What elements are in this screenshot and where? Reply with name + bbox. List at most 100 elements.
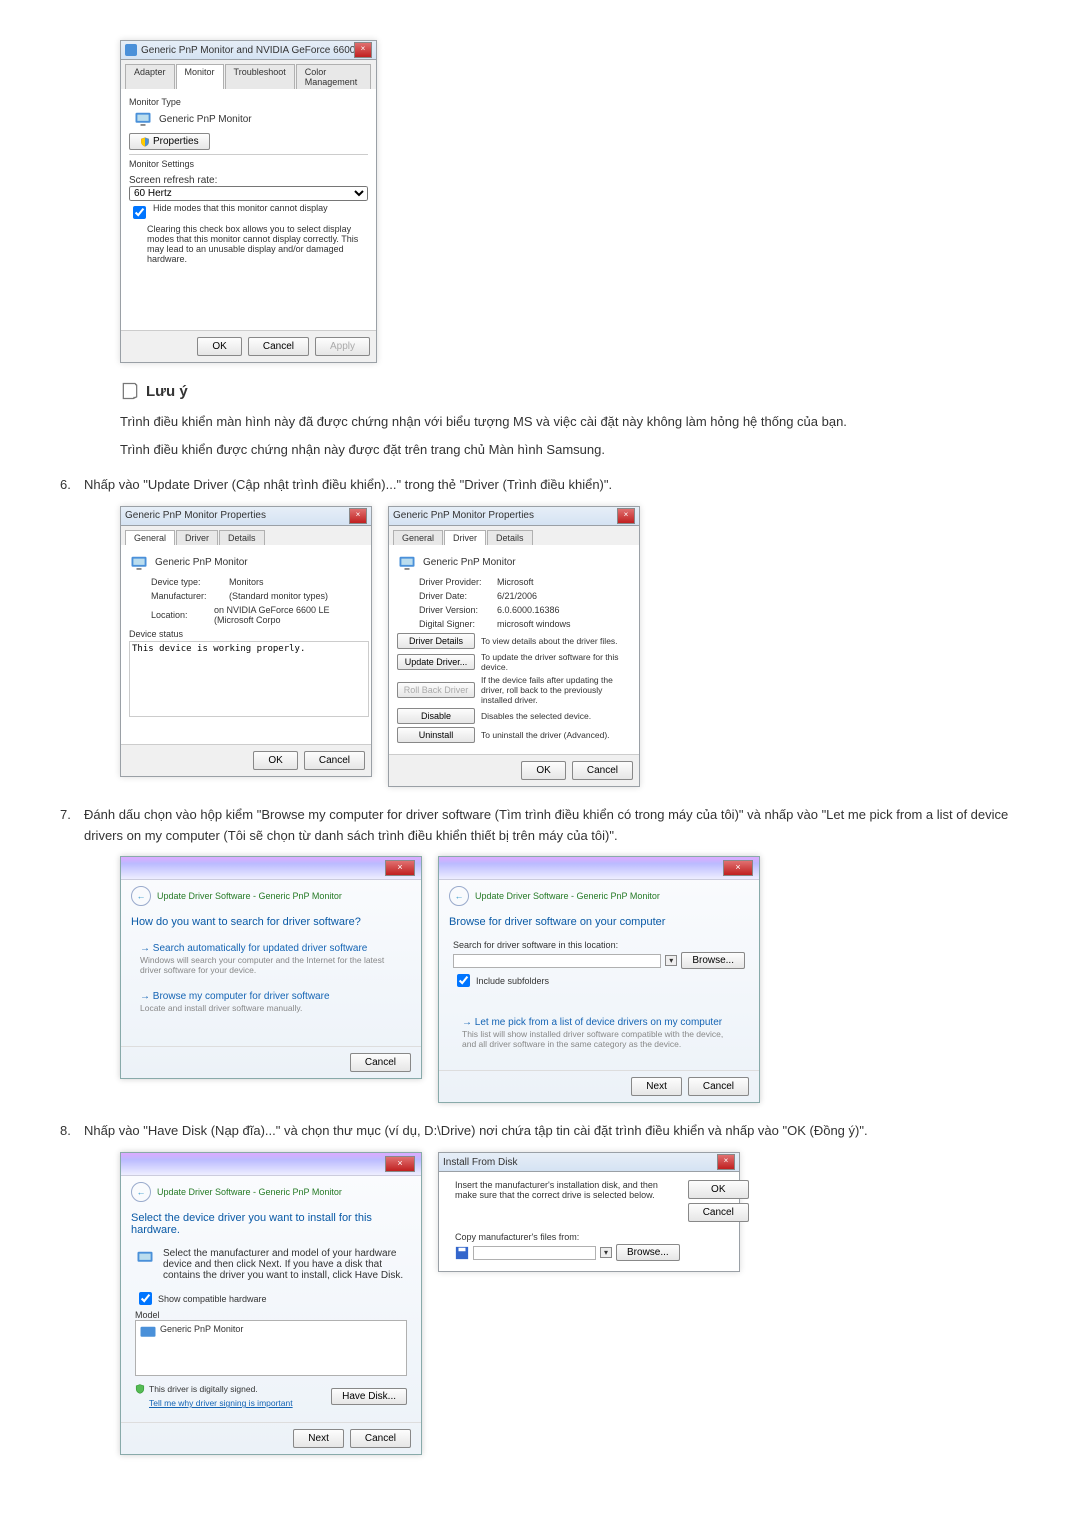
ok-button[interactable]: OK: [688, 1180, 749, 1199]
status-textarea: This device is working properly.: [129, 641, 369, 717]
cancel-button[interactable]: Cancel: [248, 337, 309, 356]
val-date: 6/21/2006: [497, 591, 537, 601]
option-pick-list[interactable]: → Let me pick from a list of device driv…: [461, 1012, 737, 1054]
hide-modes-note: Clearing this check box allows you to se…: [147, 224, 368, 264]
monitor-name: Generic PnP Monitor: [159, 114, 252, 125]
disable-button[interactable]: Disable: [397, 708, 475, 724]
have-disk-button[interactable]: Have Disk...: [331, 1388, 407, 1405]
tab-troubleshoot[interactable]: Troubleshoot: [225, 64, 295, 89]
cancel-button[interactable]: Cancel: [688, 1203, 749, 1222]
search-method-wizard: × ←Update Driver Software - Generic PnP …: [120, 856, 422, 1079]
label-loc: Location:: [151, 610, 214, 620]
step6-text: Nhấp vào "Update Driver (Cập nhật trình …: [84, 477, 612, 492]
floppy-icon: [455, 1246, 469, 1260]
close-icon[interactable]: ×: [385, 1156, 415, 1172]
step8-text: Nhấp vào "Have Disk (Nạp đĩa)..." và chọ…: [84, 1123, 868, 1138]
luuy-title: Lưu ý: [146, 383, 188, 400]
opt2-head: Browse my computer for driver software: [153, 991, 330, 1002]
dialog-title: Install From Disk: [443, 1157, 717, 1168]
tab-driver[interactable]: Driver: [444, 530, 486, 545]
cancel-button[interactable]: Cancel: [350, 1053, 411, 1072]
chevron-down-icon[interactable]: ▾: [665, 955, 677, 966]
refresh-label: Screen refresh rate:: [129, 175, 368, 186]
tab-general[interactable]: General: [393, 530, 443, 545]
ok-button[interactable]: OK: [521, 761, 565, 780]
disable-desc: Disables the selected device.: [481, 711, 631, 721]
browse-button[interactable]: Browse...: [616, 1244, 680, 1261]
back-icon[interactable]: ←: [131, 886, 151, 906]
cancel-button[interactable]: Cancel: [350, 1429, 411, 1448]
hide-modes-label: Hide modes that this monitor cannot disp…: [153, 203, 328, 213]
tab-details[interactable]: Details: [487, 530, 533, 545]
why-signing-link[interactable]: Tell me why driver signing is important: [149, 1398, 293, 1408]
chevron-down-icon[interactable]: ▾: [600, 1247, 612, 1258]
note-icon: [120, 381, 140, 401]
apply-button[interactable]: Apply: [315, 337, 370, 356]
close-icon[interactable]: ×: [354, 42, 372, 58]
path-input[interactable]: [473, 1246, 596, 1260]
back-icon[interactable]: ←: [449, 886, 469, 906]
show-compat-label: Show compatible hardware: [158, 1294, 267, 1304]
path-input[interactable]: [453, 954, 661, 968]
next-button[interactable]: Next: [293, 1429, 344, 1448]
val-version: 6.0.6000.16386: [497, 605, 560, 615]
update-driver-desc: To update the driver software for this d…: [481, 652, 631, 672]
show-compat-checkbox[interactable]: [139, 1292, 152, 1305]
close-icon[interactable]: ×: [617, 508, 635, 524]
tab-color[interactable]: Color Management: [296, 64, 371, 89]
tab-monitor[interactable]: Monitor: [176, 64, 224, 89]
breadcrumb: Update Driver Software - Generic PnP Mon…: [475, 891, 660, 901]
monitor-icon: [129, 553, 149, 573]
copy-label: Copy manufacturer's files from:: [455, 1232, 680, 1242]
props-driver-dialog: Generic PnP Monitor Properties× General …: [388, 506, 640, 787]
shield-icon: [135, 1384, 145, 1394]
browse-button[interactable]: Browse...: [681, 952, 745, 969]
ok-button[interactable]: OK: [253, 751, 297, 770]
tab-driver[interactable]: Driver: [176, 530, 218, 545]
close-icon[interactable]: ×: [349, 508, 367, 524]
disk-text: Insert the manufacturer's installation d…: [455, 1180, 680, 1200]
val-devtype: Monitors: [229, 577, 264, 587]
refresh-rate-select[interactable]: 60 Hertz: [129, 186, 368, 201]
include-subfolders-checkbox[interactable]: [457, 974, 470, 987]
select-driver-wizard: × ←Update Driver Software - Generic PnP …: [120, 1152, 422, 1455]
update-driver-button[interactable]: Update Driver...: [397, 654, 475, 670]
monitor-icon: [397, 553, 417, 573]
dialog-title: Generic PnP Monitor and NVIDIA GeForce 6…: [141, 45, 354, 56]
cancel-button[interactable]: Cancel: [688, 1077, 749, 1096]
monitor-properties-dialog: Generic PnP Monitor and NVIDIA GeForce 6…: [120, 40, 377, 363]
step7-text: Đánh dấu chọn vào hộp kiểm "Browse my co…: [84, 807, 1008, 843]
option-browse[interactable]: → Browse my computer for driver software…: [129, 984, 413, 1020]
val-provider: Microsoft: [497, 577, 534, 587]
browse-wizard: × ← Update Driver Software - Generic PnP …: [438, 856, 760, 1103]
close-icon[interactable]: ×: [717, 1154, 735, 1170]
option-auto-search[interactable]: → Search automatically for updated drive…: [129, 936, 413, 982]
dialog-title: Generic PnP Monitor Properties: [393, 510, 617, 521]
monitor-icon: [138, 1323, 150, 1335]
settings-label: Monitor Settings: [129, 159, 368, 169]
label-devtype: Device type:: [151, 577, 229, 587]
ok-button[interactable]: OK: [197, 337, 241, 356]
uninstall-button[interactable]: Uninstall: [397, 727, 475, 743]
hide-modes-checkbox[interactable]: [133, 206, 146, 219]
val-mfr: (Standard monitor types): [229, 591, 328, 601]
tab-adapter[interactable]: Adapter: [125, 64, 175, 89]
next-button[interactable]: Next: [631, 1077, 682, 1096]
opt1-sub: Windows will search your computer and th…: [140, 955, 402, 975]
tab-details[interactable]: Details: [219, 530, 265, 545]
close-icon[interactable]: ×: [385, 860, 415, 876]
model-listbox[interactable]: Generic PnP Monitor: [135, 1320, 407, 1376]
label-signer: Digital Signer:: [419, 619, 497, 629]
driver-details-button[interactable]: Driver Details: [397, 633, 475, 649]
cancel-button[interactable]: Cancel: [304, 751, 365, 770]
rollback-driver-button[interactable]: Roll Back Driver: [397, 682, 475, 698]
location-label: Search for driver software in this locat…: [453, 940, 745, 950]
close-icon[interactable]: ×: [723, 860, 753, 876]
tab-general[interactable]: General: [125, 530, 175, 545]
back-icon[interactable]: ←: [131, 1182, 151, 1202]
step7-num: 7.: [60, 805, 84, 826]
dialog-title: Generic PnP Monitor Properties: [125, 510, 349, 521]
properties-button[interactable]: Properties: [129, 133, 210, 150]
wizard-heading: How do you want to search for driver sof…: [131, 916, 411, 928]
cancel-button[interactable]: Cancel: [572, 761, 633, 780]
